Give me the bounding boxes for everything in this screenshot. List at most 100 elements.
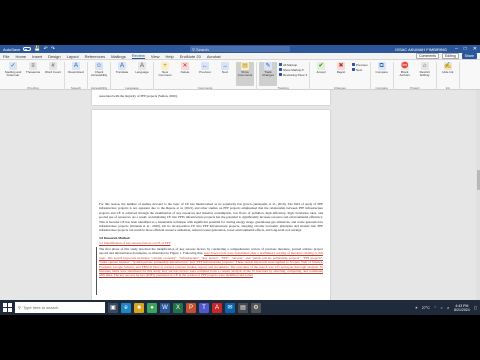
document-page[interactable]: For this reason, the number of studies d… — [92, 110, 330, 307]
chrome-icon[interactable]: ● — [147, 302, 157, 313]
restrict-editing-icon: ⌂ — [420, 62, 429, 70]
thesaurus-button[interactable]: ≡ Thesaurus — [24, 62, 42, 86]
show-comments-button[interactable]: ▤ Show Comments — [236, 62, 254, 86]
restrict-editing-button[interactable]: ⌂ Restrict Editing — [416, 62, 434, 86]
ribbon-button-label: Hide Ink — [442, 70, 454, 74]
undo-icon[interactable]: ↶ — [44, 46, 48, 52]
taskbar-search[interactable]: ⚲ Type here to search — [15, 302, 105, 313]
reject-icon: ✖ — [337, 62, 346, 70]
tab-review[interactable]: Review — [131, 53, 145, 59]
translate-button[interactable]: А Translate — [113, 62, 131, 86]
language-button[interactable]: Α Language — [133, 62, 151, 86]
editing-button[interactable]: Editing — [441, 53, 459, 59]
tracked-insertion[interactable]: search keywords were determined after a … — [99, 251, 323, 277]
new-comment-button[interactable]: + New Comment — [156, 62, 174, 86]
ribbon-group-protect: ⛔ Block Authors ⌂ Restrict Editing Protect — [394, 62, 437, 90]
ribbon-group-tracking: ✎ Track Changes All Markup Show Markup ▾ Rev… — [257, 62, 311, 90]
excel-icon[interactable]: X — [173, 302, 183, 313]
ribbon-button-label: Accept — [316, 70, 326, 74]
teams-icon[interactable]: T — [199, 302, 209, 313]
tab-design[interactable]: Design — [48, 54, 60, 59]
notifications-icon[interactable]: ▢ — [474, 306, 477, 310]
chevron-up-icon[interactable]: ⌃ — [434, 306, 437, 310]
ribbon-small-item[interactable]: Show Markup ▾ — [279, 67, 307, 72]
paragraph[interactable]: The first phase of this study involved t… — [99, 247, 323, 278]
ribbon-small-item[interactable]: Reviewing Pane ▾ — [279, 72, 307, 77]
paragraph[interactable]: For this reason, the number of studies d… — [99, 202, 323, 233]
save-icon[interactable]: 💾 — [34, 46, 40, 52]
edge-icon[interactable]: e — [121, 302, 131, 313]
tab-acrobat[interactable]: Acrobat — [207, 54, 221, 59]
tab-insert[interactable]: Insert — [32, 54, 42, 59]
section-heading[interactable]: 3.0 Research Method — [99, 236, 323, 240]
track-changes-button[interactable]: ✎ Track Changes — [259, 62, 277, 86]
ribbon-button-label: Spelling and Grammar — [4, 70, 22, 78]
next-button[interactable]: → Next — [216, 62, 234, 86]
mail-icon[interactable]: ✉ — [225, 302, 235, 313]
share-button[interactable]: Share — [461, 53, 477, 59]
spelling-and-grammar-button[interactable]: ✓ Spelling and Grammar — [4, 62, 22, 86]
acrobat-icon[interactable]: A — [212, 302, 222, 313]
search-box[interactable]: ⚲ Search — [190, 46, 290, 52]
ribbon-small-item[interactable]: Next — [352, 67, 368, 72]
volume-icon[interactable]: ♬ — [447, 306, 451, 310]
word-count-button[interactable]: # Word Count — [44, 62, 62, 86]
user-name[interactable]: ISSAC AKUMAH FIMBIRING — [395, 47, 447, 52]
weather-icon[interactable]: ☀ — [415, 306, 418, 310]
file-explorer-icon[interactable]: ■ — [134, 302, 144, 313]
option-label: Reviewing Pane ▾ — [283, 72, 308, 77]
autosave-toggle[interactable] — [23, 47, 32, 51]
translate-icon: А — [118, 62, 126, 70]
option-icon — [279, 73, 282, 76]
search-icon: ⚲ — [18, 305, 21, 310]
document-area[interactable]: associated with the majority of PPP proj… — [0, 90, 480, 307]
page-text[interactable]: associated with the majority of PPP proj… — [99, 94, 323, 98]
redo-icon[interactable]: ↷ — [51, 46, 55, 52]
autosave-label: AutoSave — [3, 46, 21, 52]
previous-button[interactable]: ← Previous — [196, 62, 214, 86]
store-icon[interactable]: ▤ — [238, 302, 248, 313]
tab-help[interactable]: Help — [165, 54, 173, 59]
wifi-icon[interactable]: ≈ — [441, 306, 443, 310]
ribbon-group-speech: A Read Aloud Speech — [65, 62, 88, 90]
word-icon[interactable]: W — [160, 302, 170, 313]
read-aloud-button[interactable]: A Read Aloud — [67, 62, 85, 86]
block-authors-button[interactable]: ⛔ Block Authors — [396, 62, 414, 86]
tab-view[interactable]: View — [151, 54, 160, 59]
clock[interactable]: 4:43 PM 8/21/2024 — [454, 304, 470, 312]
close-button[interactable]: ✕ — [473, 46, 477, 52]
speaker-icon: A — [72, 62, 80, 70]
delete-button[interactable]: ✕ Delete — [176, 62, 194, 86]
tab-mailings[interactable]: Mailings — [111, 54, 126, 59]
delete-comment-icon: ✕ — [181, 62, 189, 70]
new-comment-icon: + — [161, 62, 169, 70]
subsection-heading[interactable]: 3.1 Identification of key success factor… — [99, 241, 323, 245]
task-view-icon[interactable]: ▣ — [108, 302, 118, 313]
option-icon — [352, 68, 356, 71]
tab-layout[interactable]: Layout — [67, 54, 79, 59]
tab-home[interactable]: Home — [15, 54, 26, 59]
reject-button[interactable]: ✖ Reject — [332, 62, 350, 86]
maximize-button[interactable]: □ — [464, 46, 467, 52]
ribbon-group-changes: ✔ Accept ✖ Reject Previous Next Changes — [310, 62, 371, 90]
powerpoint-icon[interactable]: P — [186, 302, 196, 313]
settings-icon[interactable]: ⚙ — [251, 302, 261, 313]
accept-button[interactable]: ✔ Accept — [312, 62, 330, 86]
quick-access-toolbar: AutoSave 💾 ↶ ↷ — [3, 46, 55, 52]
scrollbar-thumb[interactable] — [476, 170, 480, 190]
windows-start-icon[interactable] — [3, 303, 12, 312]
compare-button[interactable]: ⧉ Compare — [373, 62, 391, 86]
ribbon-button-label: Track Changes — [261, 70, 274, 78]
tab-references[interactable]: References — [85, 54, 105, 59]
vertical-scrollbar[interactable] — [476, 90, 480, 307]
minimize-button[interactable]: – — [455, 46, 458, 52]
hide-ink-button[interactable]: ✍ Hide Ink — [439, 62, 457, 86]
tab-endnote-20[interactable]: EndNote 20 — [180, 54, 201, 59]
check-accessibility-button[interactable]: ☺ Check Accessibility — [90, 62, 108, 86]
weather-temp[interactable]: 27°C — [422, 306, 430, 310]
tab-file[interactable]: File — [3, 54, 9, 59]
ribbon-group-compare: ⧉ Compare Compare — [371, 62, 394, 90]
option-label: Show Markup ▾ — [283, 67, 304, 72]
comments-button[interactable]: Comments — [416, 53, 439, 59]
document-page[interactable]: associated with the majority of PPP proj… — [92, 90, 330, 105]
